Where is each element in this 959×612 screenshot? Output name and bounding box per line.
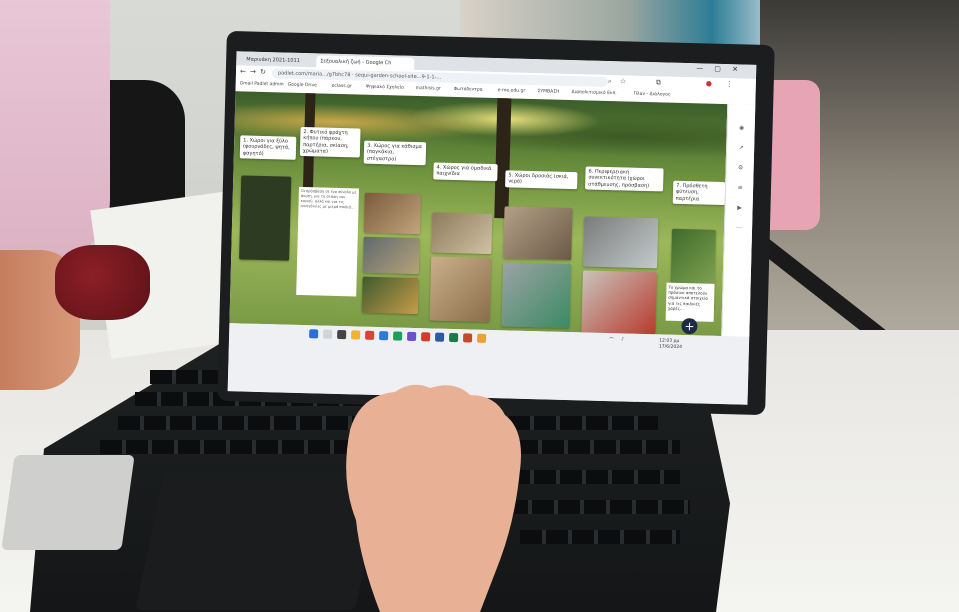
child-hand: [346, 384, 521, 612]
photo-scene: Μαρινάκη 2021-1011 Σεξουαλική ζωή - Goog…: [0, 0, 959, 612]
